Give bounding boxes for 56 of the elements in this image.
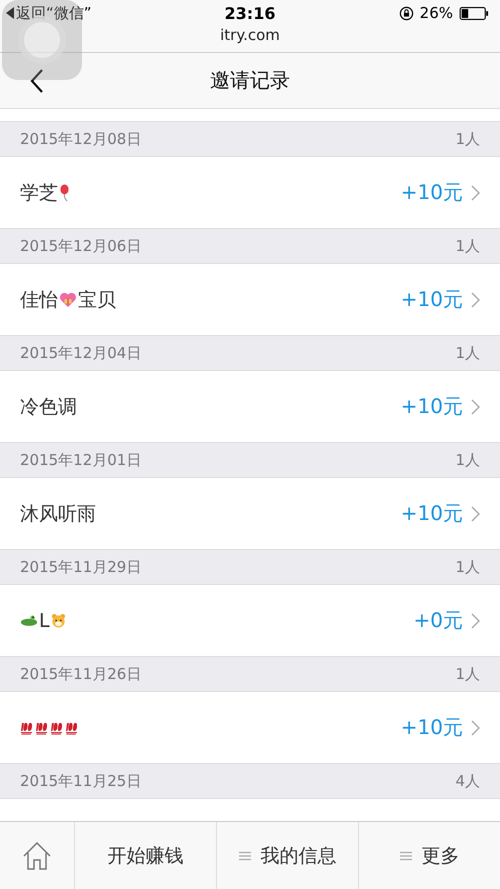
reward-amount: +0元: [414, 607, 463, 634]
date-label: 2015年11月29日: [20, 558, 142, 576]
date-label: 2015年11月25日: [20, 772, 142, 790]
reward-amount: +10元: [400, 714, 463, 741]
rotation-lock-icon: [398, 6, 414, 20]
hundred-points-icon: [20, 720, 34, 734]
chevron-right-icon: [471, 292, 480, 308]
chevron-right-icon: [471, 612, 480, 628]
date-label: 2015年12月06日: [20, 236, 142, 256]
date-label: 2015年12月08日: [20, 130, 142, 148]
home-icon[interactable]: [21, 840, 53, 872]
date-label: 2015年12月04日: [20, 344, 142, 362]
menu-icon: [238, 850, 250, 860]
friend-name: 佳怡: [20, 288, 58, 312]
assistive-touch-button[interactable]: [2, 0, 82, 80]
battery-icon: [459, 6, 490, 20]
back-triangle-icon: [6, 7, 14, 19]
back-to-app-link[interactable]: 返回“微信”: [6, 4, 92, 22]
back-chevron-icon[interactable]: [30, 69, 44, 93]
balloon-icon: [59, 184, 70, 202]
reward-amount: +10元: [400, 393, 463, 420]
reward-amount: +10元: [400, 286, 463, 313]
heart-gift-icon: [59, 292, 77, 308]
address-text: itry.com: [0, 26, 500, 53]
hundred-points-icon: [65, 720, 79, 734]
tab-button[interactable]: 更多: [394, 834, 466, 876]
invite-count: 1人: [455, 344, 480, 362]
invite-count: 1人: [455, 450, 480, 470]
friend-name: 沐风听雨: [20, 502, 96, 526]
chevron-right-icon: [471, 720, 480, 736]
tab-button[interactable]: 开始赚钱: [102, 834, 190, 876]
tiger-icon: [50, 613, 66, 628]
invite-count: 1人: [455, 130, 480, 148]
clock-time: 23:16: [224, 4, 276, 22]
chevron-right-icon: [471, 184, 480, 200]
menu-icon: [400, 850, 412, 860]
crocodile-icon: [20, 614, 38, 627]
friend-name: L: [39, 610, 50, 632]
chevron-right-icon: [471, 506, 480, 522]
chevron-right-icon: [471, 398, 480, 414]
tab-button[interactable]: 我的信息: [232, 834, 342, 876]
hundred-points-icon: [50, 720, 64, 734]
friend-name: 学芝: [20, 180, 58, 206]
friend-name: 宝贝: [78, 288, 116, 312]
invite-count: 1人: [455, 558, 480, 576]
date-label: 2015年12月01日: [20, 450, 142, 470]
reward-amount: +10元: [400, 500, 463, 527]
page-title: 邀请记录: [210, 67, 290, 94]
hundred-points-icon: [35, 720, 49, 734]
invite-count: 1人: [455, 236, 480, 256]
reward-amount: +10元: [400, 179, 463, 206]
friend-name: 冷色调: [20, 394, 77, 420]
invite-count: 4人: [455, 772, 480, 790]
date-label: 2015年11月26日: [20, 664, 142, 684]
invite-count: 1人: [455, 664, 480, 684]
battery-percent: 26%: [420, 4, 453, 22]
